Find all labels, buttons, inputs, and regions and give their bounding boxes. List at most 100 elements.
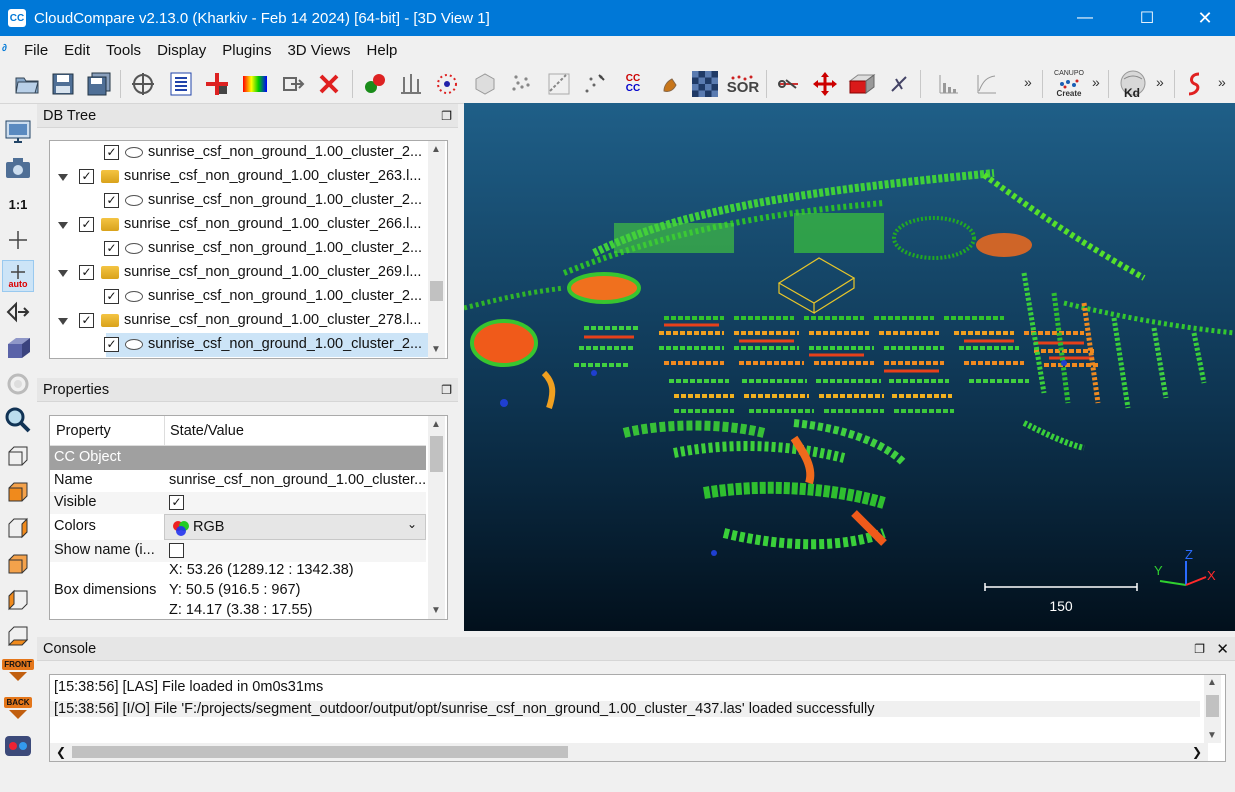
- color-scale-icon[interactable]: [240, 68, 270, 100]
- tree-cloud-row[interactable]: ✓ sunrise_csf_non_ground_1.00_cluster_2..…: [50, 189, 430, 213]
- mesh-icon[interactable]: [470, 68, 500, 100]
- scroll-thumb[interactable]: [430, 281, 443, 301]
- 3d-view[interactable]: 150 Y Z X: [464, 103, 1235, 631]
- view-left-icon[interactable]: [2, 512, 34, 544]
- curve-plot-icon[interactable]: [972, 68, 1002, 100]
- float-panel-icon[interactable]: ❐: [441, 109, 452, 123]
- add-point-icon[interactable]: [202, 68, 232, 100]
- scissors-icon[interactable]: [774, 68, 804, 100]
- view-top-icon[interactable]: [2, 440, 34, 472]
- view-front-icon[interactable]: [2, 476, 34, 508]
- cloud-cloud-distance-icon[interactable]: CC CC: [618, 68, 648, 100]
- register-icon[interactable]: [360, 68, 390, 100]
- normals-icon[interactable]: [396, 68, 426, 100]
- float-panel-icon[interactable]: ❐: [441, 383, 452, 397]
- zoom-search-icon[interactable]: [2, 404, 34, 436]
- tree-group-row[interactable]: ✓ sunrise_csf_non_ground_1.00_cluster_269…: [50, 261, 430, 285]
- save-icon[interactable]: [48, 68, 78, 100]
- expand-arrow-icon[interactable]: [58, 318, 68, 325]
- scroll-down-icon[interactable]: ▼: [1207, 730, 1217, 741]
- close-panel-icon[interactable]: ✕: [1216, 640, 1229, 658]
- scroll-down-icon[interactable]: ▼: [431, 344, 441, 355]
- scroll-left-icon[interactable]: ❮: [56, 745, 66, 759]
- scroll-thumb[interactable]: [430, 436, 443, 472]
- property-row-name[interactable]: Name sunrise_csf_non_ground_1.00_cluster…: [50, 470, 426, 492]
- scroll-up-icon[interactable]: ▲: [1207, 677, 1217, 688]
- toolbar-overflow-3[interactable]: »: [1156, 74, 1164, 90]
- name-value[interactable]: sunrise_csf_non_ground_1.00_cluster...: [169, 472, 426, 488]
- property-row-visible[interactable]: Visible ✓: [50, 492, 426, 514]
- delete-icon[interactable]: [314, 68, 344, 100]
- tree-cloud-row[interactable]: ✓ sunrise_csf_non_ground_1.00_cluster_2..…: [50, 141, 430, 165]
- view-bottom-icon[interactable]: [2, 620, 34, 652]
- tree-cloud-row[interactable]: ✓ sunrise_csf_non_ground_1.00_cluster_2..…: [104, 333, 430, 357]
- tree-group-row[interactable]: ✓ sunrise_csf_non_ground_1.00_cluster_278…: [50, 309, 430, 333]
- property-column-header[interactable]: Property: [56, 423, 111, 439]
- expand-arrow-icon[interactable]: [58, 174, 68, 181]
- subsample-icon[interactable]: [506, 68, 536, 100]
- property-row-show-name[interactable]: Show name (i...: [50, 540, 426, 562]
- view-iso-back-icon[interactable]: BACK: [2, 692, 34, 724]
- visibility-checkbox[interactable]: ✓: [79, 169, 94, 184]
- scroll-thumb[interactable]: [1206, 695, 1219, 717]
- scroll-thumb[interactable]: [72, 746, 568, 758]
- save-all-icon[interactable]: [84, 68, 114, 100]
- sor-filter-icon[interactable]: SOR: [727, 68, 759, 100]
- bounding-box-icon[interactable]: [544, 68, 574, 100]
- tree-cloud-row[interactable]: ✓ sunrise_csf_non_ground_1.00_cluster_2..…: [50, 285, 430, 309]
- fullscreen-display-icon[interactable]: [2, 116, 34, 148]
- menu-help[interactable]: Help: [359, 42, 406, 59]
- menu-plugins[interactable]: Plugins: [214, 42, 279, 59]
- console-vertical-scrollbar[interactable]: ▲ ▼: [1204, 675, 1221, 743]
- histogram-icon[interactable]: [934, 68, 964, 100]
- spline-icon[interactable]: [1180, 68, 1210, 100]
- tree-group-row[interactable]: ✓ sunrise_csf_non_ground_1.00_cluster_263…: [50, 165, 430, 189]
- visibility-checkbox[interactable]: ✓: [79, 313, 94, 328]
- view-back-icon[interactable]: [2, 548, 34, 580]
- sample-points-icon[interactable]: [432, 68, 462, 100]
- zoom-one-to-one-button[interactable]: 1:1: [2, 188, 34, 220]
- db-tree[interactable]: ✓ sunrise_csf_non_ground_1.00_cluster_2..…: [49, 140, 448, 359]
- canupo-create-icon[interactable]: CANUPO Create: [1050, 68, 1088, 100]
- point-cloud-render[interactable]: 150 Y Z X: [464, 103, 1235, 631]
- toolbar-overflow-1[interactable]: »: [1024, 74, 1032, 90]
- visibility-checkbox[interactable]: ✓: [79, 265, 94, 280]
- open-folder-icon[interactable]: [12, 68, 42, 100]
- point-picking-icon[interactable]: [580, 68, 610, 100]
- visibility-checkbox[interactable]: ✓: [104, 289, 119, 304]
- translate-rotate-icon[interactable]: [810, 68, 840, 100]
- menu-edit[interactable]: Edit: [56, 42, 98, 59]
- show-name-checkbox[interactable]: [169, 543, 184, 558]
- menu-tools[interactable]: Tools: [98, 42, 149, 59]
- scroll-up-icon[interactable]: ▲: [431, 144, 441, 155]
- view-iso-front-icon[interactable]: FRONT: [2, 654, 34, 686]
- pivot-icon[interactable]: [2, 224, 34, 256]
- segment-box-icon[interactable]: [846, 68, 876, 100]
- view-right-icon[interactable]: [2, 584, 34, 616]
- stereo-mode-icon[interactable]: [2, 730, 34, 762]
- properties-scrollbar[interactable]: ▲ ▼: [428, 416, 445, 619]
- console-log[interactable]: [15:38:56] [LAS] File loaded in 0m0s31ms…: [49, 674, 1226, 762]
- visibility-checkbox[interactable]: ✓: [79, 217, 94, 232]
- visibility-checkbox[interactable]: ✓: [104, 241, 119, 256]
- tree-group-row[interactable]: ✓ sunrise_csf_non_ground_1.00_cluster_266…: [50, 213, 430, 237]
- toolbar-overflow-4[interactable]: »: [1218, 74, 1226, 90]
- visibility-checkbox[interactable]: ✓: [104, 337, 119, 352]
- colors-dropdown[interactable]: RGB ⌄: [164, 514, 426, 540]
- menu-3d-views[interactable]: 3D Views: [279, 42, 358, 59]
- scroll-right-icon[interactable]: ❯: [1192, 745, 1202, 759]
- visibility-checkbox[interactable]: ✓: [104, 145, 119, 160]
- rotation-mode-icon[interactable]: [2, 296, 34, 328]
- property-row-colors[interactable]: Colors RGB ⌄: [50, 514, 426, 540]
- value-column-header[interactable]: State/Value: [170, 423, 244, 439]
- minimize-button[interactable]: —: [1055, 0, 1115, 36]
- projection-cube-icon[interactable]: [2, 332, 34, 364]
- checkerboard-icon[interactable]: [690, 68, 720, 100]
- db-tree-scrollbar[interactable]: ▲ ▼: [428, 141, 445, 358]
- menu-display[interactable]: Display: [149, 42, 214, 59]
- property-row-box-dimensions[interactable]: X: 53.26 (1289.12 : 1342.38) Box dimensi…: [50, 562, 426, 619]
- float-panel-icon[interactable]: ❐: [1194, 642, 1205, 656]
- clipping-box-icon[interactable]: [128, 68, 158, 100]
- scroll-down-icon[interactable]: ▼: [431, 605, 441, 616]
- visible-checkbox[interactable]: ✓: [169, 495, 184, 510]
